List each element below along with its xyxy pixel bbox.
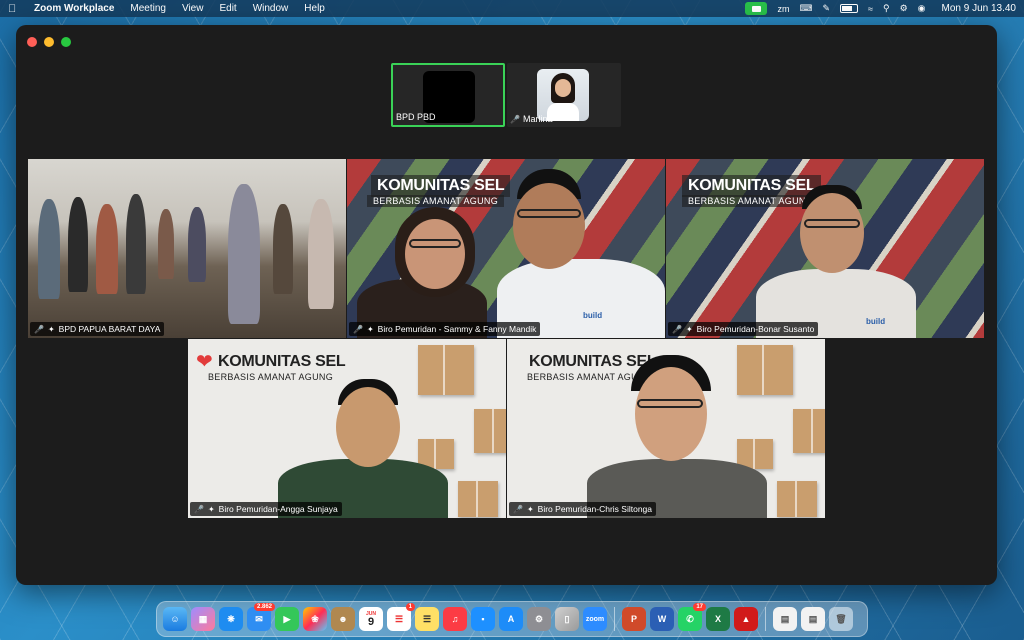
banner-title: KOMUNITAS SEL [371, 175, 511, 197]
participant-name-label: 🎤 ✦ Biro Pemuridan - Sammy & Fanny Mandi… [349, 322, 541, 336]
participant-name-label: 🎤 ✦ Biro Pemuridan-Bonar Susanto [668, 322, 819, 336]
strip-tile-label: BPD PBD [396, 112, 436, 122]
participant-strip: BPD PBD 🎤 Marlina [391, 63, 621, 127]
reminders-icon[interactable]: ☰ 1 [387, 603, 415, 631]
banner-title: KOMUNITAS SEL [218, 353, 346, 370]
acrobat-icon[interactable]: ▲ [734, 607, 758, 631]
siri-icon[interactable]: ◉ [918, 3, 926, 14]
whatsapp-badge: 17 [693, 603, 706, 611]
search-icon[interactable]: ⚲ [883, 3, 890, 14]
menu-help[interactable]: Help [304, 3, 325, 14]
video-tile-angga[interactable]: ❤ KOMUNITAS SEL BERBASIS AMANAT AGUNG 🎤 … [188, 339, 506, 518]
participant-name-label: 🎤 ✦ Biro Pemuridan-Chris Siltonga [509, 502, 656, 516]
menu-bar:  Zoom Workplace Meeting View Edit Windo… [0, 0, 1024, 17]
pin-icon: ✦ [47, 324, 55, 334]
mail-icon[interactable]: ✉ 2.862 [247, 603, 275, 631]
facetime-icon[interactable]: ▶ [275, 607, 299, 631]
keyboard-icon[interactable]: ⌨ [799, 3, 812, 14]
participant-name: BPD PBD [396, 112, 436, 122]
mic-muted-icon: 🎤 [672, 324, 682, 334]
participant-name: Biro Pemuridan-Angga Sunjaya [218, 504, 338, 514]
app-store-icon[interactable]: A [499, 607, 523, 631]
whatsapp-icon[interactable]: ✆ 17 [678, 603, 706, 631]
banner-subtitle: BERBASIS AMANAT AGUNG [208, 372, 334, 382]
participant-name-label: 🎤 ✦ Biro Pemuridan-Angga Sunjaya [190, 502, 342, 516]
word-icon[interactable]: W [650, 607, 674, 631]
dock: ☺ ▦ ❋ ✉ 2.862 ▶ ❀ ☻ JUN 9 ☰ 1 ☰ ♫ ▪ A ⚙ ▯ … [156, 601, 868, 637]
fullscreen-window-button[interactable] [61, 37, 71, 47]
strip-tile-bpd-pbd[interactable]: BPD PBD [391, 63, 505, 127]
strip-tile-marlina[interactable]: 🎤 Marlina [507, 63, 621, 127]
apple-icon[interactable]:  [8, 3, 22, 15]
powerpoint-icon[interactable]: P [622, 607, 646, 631]
notes-icon[interactable]: ☰ [415, 607, 439, 631]
menu-clock[interactable]: Mon 9 Jun 13.40 [942, 3, 1017, 14]
music-icon[interactable]: ♫ [443, 607, 467, 631]
menu-meeting[interactable]: Meeting [130, 3, 166, 14]
zoom-tray-icon[interactable]: zm [777, 4, 789, 14]
pin-icon: ✦ [366, 324, 374, 334]
mic-muted-icon: 🎤 [34, 324, 44, 334]
video-tile-sammy-fanny[interactable]: KOMUNITAS SEL BERBASIS AMANAT AGUNG buil… [347, 159, 665, 338]
launchpad-icon[interactable]: ▦ [191, 607, 215, 631]
mic-muted-icon: 🎤 [353, 324, 363, 334]
pin-icon: ✦ [207, 504, 215, 514]
iphone-mirroring-icon[interactable]: ▯ [555, 607, 579, 631]
participant-name: Biro Pemuridan-Bonar Susanto [696, 324, 815, 334]
calendar-icon[interactable]: JUN 9 [359, 607, 383, 631]
downloads-stack-icon[interactable]: ▤ [773, 607, 797, 631]
wifi-icon[interactable]: ≈ [868, 4, 873, 14]
battery-icon[interactable] [840, 4, 859, 13]
reminders-badge: 1 [405, 603, 415, 611]
system-settings-icon[interactable]: ⚙ [527, 607, 551, 631]
control-center-icon[interactable]: ⚙ [900, 3, 908, 14]
video-tile-chris[interactable]: KOMUNITAS SEL BERBASIS AMANAT AGUNG 🎤 ✦ … [507, 339, 825, 518]
banner-subtitle: BERBASIS AMANAT AGUNG [367, 195, 505, 207]
banner-subtitle: BERBASIS AMANAT AGUNG [682, 195, 820, 207]
excel-icon[interactable]: X [706, 607, 730, 631]
participant-name: Biro Pemuridan - Sammy & Fanny Mandik [377, 324, 537, 334]
mic-muted-icon: 🎤 [510, 114, 520, 124]
menu-view[interactable]: View [182, 3, 204, 14]
dock-separator [614, 607, 615, 631]
banner-title: KOMUNITAS SEL [682, 175, 822, 197]
menu-app-name[interactable]: Zoom Workplace [34, 3, 114, 14]
trash-icon[interactable]: 🗑 [829, 607, 853, 631]
mic-muted-icon: 🎤 [194, 504, 204, 514]
video-tile-bonar[interactable]: KOMUNITAS SEL BERBASIS AMANAT AGUNG buil… [666, 159, 984, 338]
build-logo: build [866, 317, 886, 326]
participant-name: Marlina [522, 114, 553, 124]
mail-badge: 2.862 [253, 603, 275, 611]
close-window-button[interactable] [27, 37, 37, 47]
participant-name: BPD PAPUA BARAT DAYA [58, 324, 161, 334]
menu-edit[interactable]: Edit [219, 3, 236, 14]
photos-icon[interactable]: ❀ [303, 607, 327, 631]
pin-icon: ✦ [526, 504, 534, 514]
strip-tile-label: 🎤 Marlina [510, 114, 552, 124]
build-logo: build [583, 311, 603, 320]
zoom-app-icon[interactable]: zoom [583, 607, 607, 631]
finder-icon[interactable]: ☺ [163, 607, 187, 631]
pin-icon: ✦ [685, 324, 693, 334]
pen-icon[interactable]: ✎ [822, 3, 830, 14]
status-area: zm ⌨ ✎ ≈ ⚲ ⚙ ◉ Mon 9 Jun 13.40 [745, 2, 1016, 15]
minimize-window-button[interactable] [44, 37, 54, 47]
menu-window[interactable]: Window [253, 3, 289, 14]
calendar-day: 9 [367, 615, 375, 628]
participant-name: Biro Pemuridan-Chris Siltonga [537, 504, 652, 514]
participant-name-label: 🎤 ✦ BPD PAPUA BARAT DAYA [30, 322, 165, 336]
documents-stack-icon[interactable]: ▤ [801, 607, 825, 631]
safari-icon[interactable]: ❋ [219, 607, 243, 631]
zoom-video-status-icon[interactable] [745, 2, 768, 15]
dock-separator [765, 607, 766, 631]
mic-muted-icon: 🎤 [513, 504, 523, 514]
contacts-icon[interactable]: ☻ [331, 607, 355, 631]
video-tile-bpd-papua[interactable]: 🎤 ✦ BPD PAPUA BARAT DAYA [28, 159, 346, 338]
window-controls [27, 37, 71, 47]
keynote-icon[interactable]: ▪ [471, 607, 495, 631]
zoom-meeting-window: BPD PBD 🎤 Marlina 🎤 ✦ BPD PAPUA BARAT DA [16, 25, 997, 585]
